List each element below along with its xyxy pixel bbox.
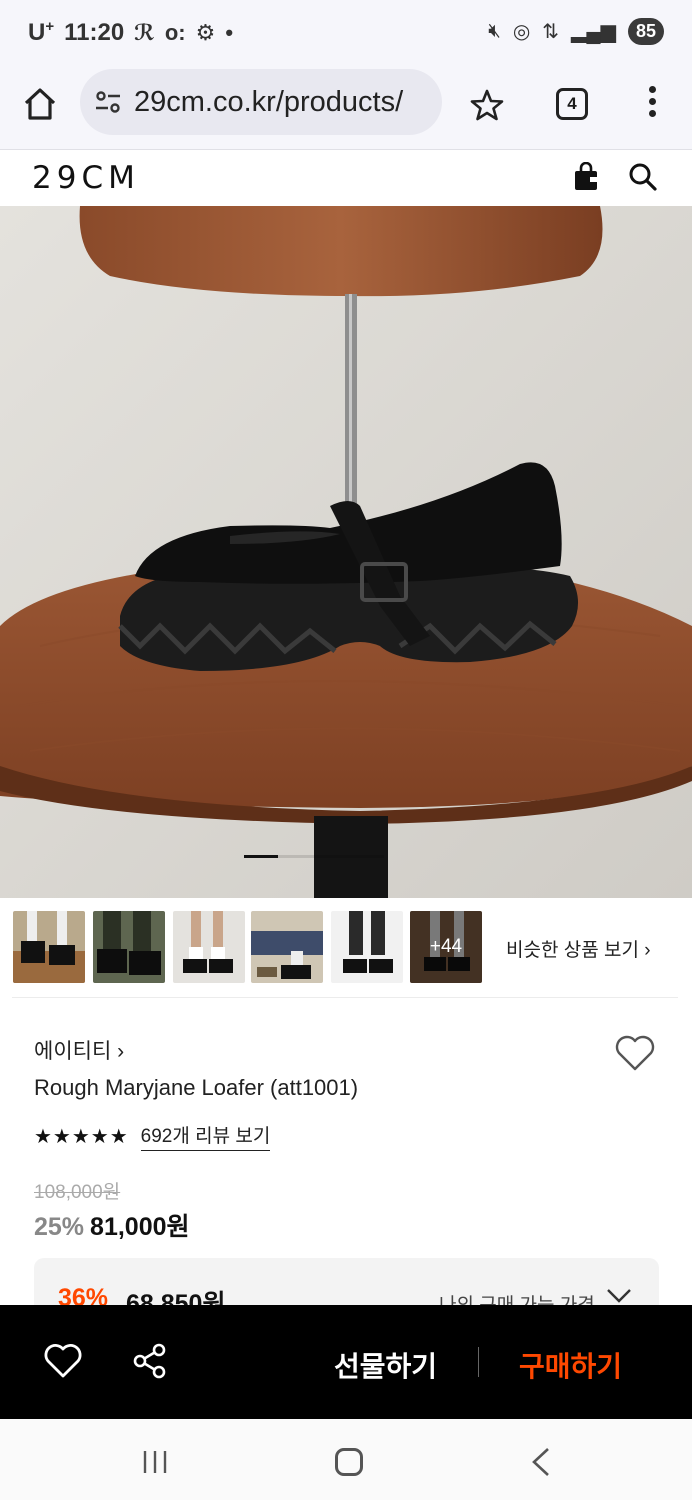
signal-icon: ▂▄▆: [571, 21, 616, 43]
wishlist-heart-icon[interactable]: [614, 1034, 656, 1072]
product-photo: [0, 206, 692, 898]
chevron-down-icon: [607, 1289, 631, 1303]
thumbnail-image[interactable]: [251, 911, 323, 983]
5g-icon: ⇅: [542, 21, 560, 43]
thumbnail-image[interactable]: [173, 911, 245, 983]
gear-notification-icon: ⚙: [195, 19, 216, 45]
buy-button[interactable]: 구매하기: [519, 1345, 622, 1385]
like-heart-icon[interactable]: [44, 1343, 82, 1379]
system-nav-bar: [0, 1419, 692, 1500]
search-icon[interactable]: [628, 162, 658, 192]
rating-row: ★★★★★ 692개 리뷰 보기: [34, 1121, 271, 1151]
shopping-bag-icon[interactable]: [572, 162, 600, 192]
overflow-menu-icon[interactable]: [642, 86, 662, 122]
hotspot-icon: ◎: [512, 21, 531, 43]
more-images-count: +44: [410, 911, 482, 983]
thumbnail-image[interactable]: [13, 911, 85, 983]
bookmark-star-icon[interactable]: [470, 88, 504, 122]
link-notification-icon: o:: [164, 19, 186, 45]
site-header: 29CM: [0, 150, 692, 206]
star-rating: ★★★★★: [34, 1125, 129, 1148]
url-text: 29cm.co.kr/products/: [134, 85, 404, 118]
thumbnail-more[interactable]: +44: [410, 911, 482, 983]
discount-rate: 25%: [34, 1213, 85, 1241]
site-settings-icon[interactable]: [94, 88, 122, 116]
tab-switcher-button[interactable]: 4: [556, 88, 588, 120]
status-bar: U+ 11:20 ℛ o: ⚙ • 🔇︎ ◎ ⇅ ▂▄▆ 85: [0, 0, 692, 66]
brand-link[interactable]: 에이티티 ›: [34, 1035, 124, 1065]
battery-badge: 85: [627, 18, 664, 45]
purchase-bar: 선물하기 구매하기: [0, 1305, 692, 1419]
sale-price-row: 25% 81,000원: [34, 1207, 190, 1243]
original-price: 108,000원: [34, 1182, 121, 1203]
site-logo[interactable]: 29CM: [32, 160, 140, 196]
thumbnail-image[interactable]: [331, 911, 403, 983]
clock: 11:20: [64, 18, 125, 46]
thumbnail-image[interactable]: [93, 911, 165, 983]
product-main-image[interactable]: [0, 206, 692, 898]
browser-toolbar: 29cm.co.kr/products/ 4: [0, 66, 692, 150]
home-icon[interactable]: [22, 86, 58, 122]
review-link[interactable]: 692개 리뷰 보기: [140, 1121, 271, 1151]
app-notification-icon: ℛ: [134, 19, 155, 45]
mute-icon: 🔇︎: [488, 20, 501, 42]
address-bar[interactable]: 29cm.co.kr/products/: [80, 69, 442, 135]
carrier-label: U+: [28, 18, 55, 46]
thumbnail-strip: +44 비슷한 상품 보기 ›: [0, 911, 692, 985]
recent-apps-icon[interactable]: [140, 1449, 170, 1475]
gift-button[interactable]: 선물하기: [334, 1345, 437, 1385]
divider: [12, 997, 678, 998]
home-nav-icon[interactable]: [335, 1448, 363, 1476]
similar-products-link[interactable]: 비슷한 상품 보기 ›: [506, 935, 651, 962]
more-notifications-dot-icon: •: [225, 19, 234, 45]
share-icon[interactable]: [132, 1343, 168, 1379]
product-name: Rough Maryjane Loafer (att1001): [34, 1075, 359, 1100]
image-carousel-indicator: [244, 855, 384, 858]
back-nav-icon[interactable]: [530, 1447, 552, 1477]
button-separator: [478, 1347, 479, 1377]
sale-price: 81,000원: [90, 1213, 190, 1241]
